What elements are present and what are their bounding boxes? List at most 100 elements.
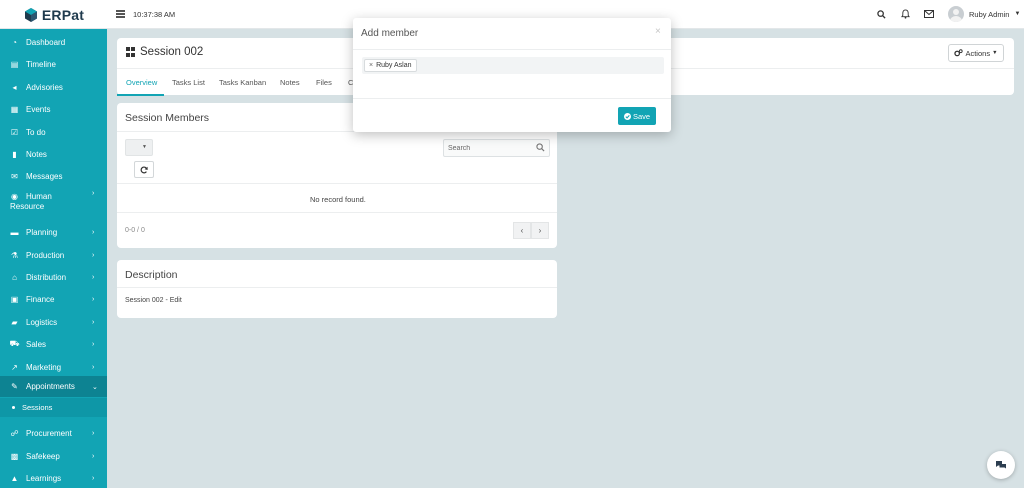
- handshake-icon: ☍: [10, 428, 19, 438]
- tab-files[interactable]: Files: [316, 78, 332, 87]
- page-title-text: Session 002: [140, 46, 204, 58]
- timeline-icon: ▤: [10, 59, 19, 69]
- sidebar-item-learnings[interactable]: ▲ Learnings ›: [0, 469, 107, 487]
- bell-icon[interactable]: [899, 8, 911, 20]
- caret-down-icon: ▼: [1014, 11, 1021, 17]
- calendar-icon: ▦: [10, 104, 19, 114]
- tab-notes[interactable]: Notes: [280, 78, 300, 87]
- envelope-icon[interactable]: [923, 8, 935, 20]
- sidebar-item-label: To do: [26, 127, 46, 137]
- next-page-button[interactable]: ›: [531, 222, 549, 239]
- remove-tag-icon[interactable]: ×: [369, 62, 373, 69]
- tab-overview[interactable]: Overview: [126, 78, 157, 87]
- sidebar-item-dashboard[interactable]: ◔ Dashboard: [0, 33, 107, 51]
- description-card: Description Session 002 - Edit: [117, 260, 557, 318]
- sidebar-item-label: Planning: [26, 227, 58, 237]
- bank-icon: ⌂: [12, 272, 17, 282]
- sidebar-item-safekeep[interactable]: ▩ Safekeep ›: [0, 447, 107, 465]
- sidebar-item-label: Dashboard: [26, 37, 66, 47]
- search-field[interactable]: [443, 139, 550, 157]
- card-title: Session Members: [125, 112, 210, 124]
- sidebar-item-appointments[interactable]: ✎ Appointments ⌄: [0, 376, 107, 397]
- sidebar-item-sales[interactable]: ⛟ Sales ›: [0, 335, 107, 353]
- sidebar-item-label: Procurement: [26, 428, 72, 438]
- truck-icon: ▰: [11, 317, 18, 327]
- search-input[interactable]: [448, 143, 533, 154]
- sidebar-item-marketing[interactable]: ↗ Marketing ›: [0, 358, 107, 376]
- archive-icon: ▩: [10, 451, 19, 461]
- sidebar-item-events[interactable]: ▦ Events: [0, 100, 107, 118]
- logo-cube-icon: [24, 7, 37, 22]
- add-member-modal: Add member × × Ruby Aslan Save: [353, 18, 671, 132]
- sidebar-item-label: Production: [26, 250, 65, 260]
- comments-icon: [996, 461, 1006, 469]
- sidebar-item-label: Safekeep: [26, 451, 60, 461]
- clock: 10:37:38 AM: [133, 10, 176, 19]
- tab-tasks-list[interactable]: Tasks List: [172, 78, 205, 87]
- chevron-right-icon: ›: [92, 363, 95, 371]
- sidebar-item-distribution[interactable]: ⌂ Distribution ›: [0, 268, 107, 286]
- note-icon: ▮: [12, 149, 17, 159]
- chevron-right-icon: ›: [92, 273, 95, 281]
- sidebar-item-label: Notes: [26, 149, 47, 159]
- close-icon[interactable]: ×: [655, 26, 661, 37]
- sidebar-item-messages[interactable]: ✉ Messages: [0, 167, 107, 185]
- sidebar-subitem-label: Sessions: [22, 403, 53, 412]
- sidebar-item-label: Finance: [26, 294, 55, 304]
- sidebar-item-human[interactable]: ◉ Resource Human ›: [0, 188, 107, 216]
- users-icon: ◉: [11, 192, 18, 201]
- chevron-right-icon: ›: [92, 295, 95, 303]
- bullhorn-icon: ◂: [12, 82, 17, 92]
- cogs-icon: [954, 49, 964, 57]
- sidebar-item-advisories[interactable]: ◂ Advisories: [0, 78, 107, 96]
- search-icon[interactable]: [875, 8, 887, 20]
- save-label: Save: [632, 111, 651, 121]
- graduation-cap-icon: ▲: [10, 473, 19, 483]
- chart-icon: ↗: [11, 362, 18, 372]
- user-menu[interactable]: Ruby Admin ▼: [948, 6, 1020, 22]
- briefcase-icon: ▬: [10, 227, 19, 237]
- checkbox-icon: ☑: [10, 127, 19, 137]
- caret-down-icon: ▼: [142, 144, 147, 150]
- sidebar-item-logistics[interactable]: ▰ Logistics ›: [0, 313, 107, 331]
- user-name: Ruby Admin: [969, 9, 1010, 19]
- divider: [353, 98, 671, 99]
- sidebar-item-production[interactable]: ⚗ Production ›: [0, 246, 107, 264]
- card-title: Description: [125, 269, 178, 281]
- cart-icon: ⛟: [9, 339, 20, 348]
- save-button[interactable]: Save: [618, 107, 656, 125]
- menu-toggle-icon[interactable]: [116, 10, 125, 18]
- sidebar-item-notes[interactable]: ▮ Notes: [0, 145, 107, 163]
- sidebar-item-to-do[interactable]: ☑ To do: [0, 123, 107, 141]
- selected-member-tag: × Ruby Aslan: [364, 59, 417, 72]
- avatar: [948, 6, 964, 22]
- modal-title: Add member: [361, 28, 419, 39]
- page-title: Session 002: [126, 46, 203, 58]
- sidebar: ◔ Dashboard ▤ Timeline ◂ Advisories ▦ Events ☑ To…: [0, 29, 107, 488]
- page-size-select[interactable]: ▼: [125, 139, 153, 156]
- chevron-right-icon: ›: [92, 318, 95, 326]
- logo-text: ERPat: [41, 6, 85, 23]
- sidebar-item-label: Sales: [26, 339, 47, 349]
- chevron-right-icon: ›: [538, 226, 542, 235]
- sidebar-item-label: Messages: [26, 171, 63, 181]
- refresh-button[interactable]: [134, 161, 154, 178]
- sidebar-item-timeline[interactable]: ▤ Timeline: [0, 55, 107, 73]
- chevron-right-icon: ›: [92, 474, 95, 482]
- actions-button[interactable]: Actions ▼: [948, 44, 1004, 62]
- chevron-right-icon: ›: [92, 228, 95, 236]
- sidebar-item-procurement[interactable]: ☍ Procurement ›: [0, 424, 107, 442]
- empty-state-text: No record found.: [310, 195, 366, 204]
- sidebar-subitem-sessions[interactable]: Sessions: [0, 398, 107, 417]
- tab-tasks-kanban[interactable]: Tasks Kanban: [219, 78, 266, 87]
- sidebar-item-label: Logistics: [26, 317, 58, 327]
- flask-icon: ⚗: [10, 250, 19, 260]
- sidebar-item-planning[interactable]: ▬ Planning ›: [0, 223, 107, 241]
- chat-button[interactable]: [987, 451, 1015, 479]
- actions-label: Actions: [965, 48, 991, 58]
- member-select-input[interactable]: × Ruby Aslan: [362, 57, 664, 74]
- chevron-right-icon: ›: [92, 429, 95, 437]
- sidebar-item-finance[interactable]: ▣ Finance ›: [0, 290, 107, 308]
- logo[interactable]: ERPat: [0, 0, 107, 29]
- previous-page-button[interactable]: ‹: [513, 222, 531, 239]
